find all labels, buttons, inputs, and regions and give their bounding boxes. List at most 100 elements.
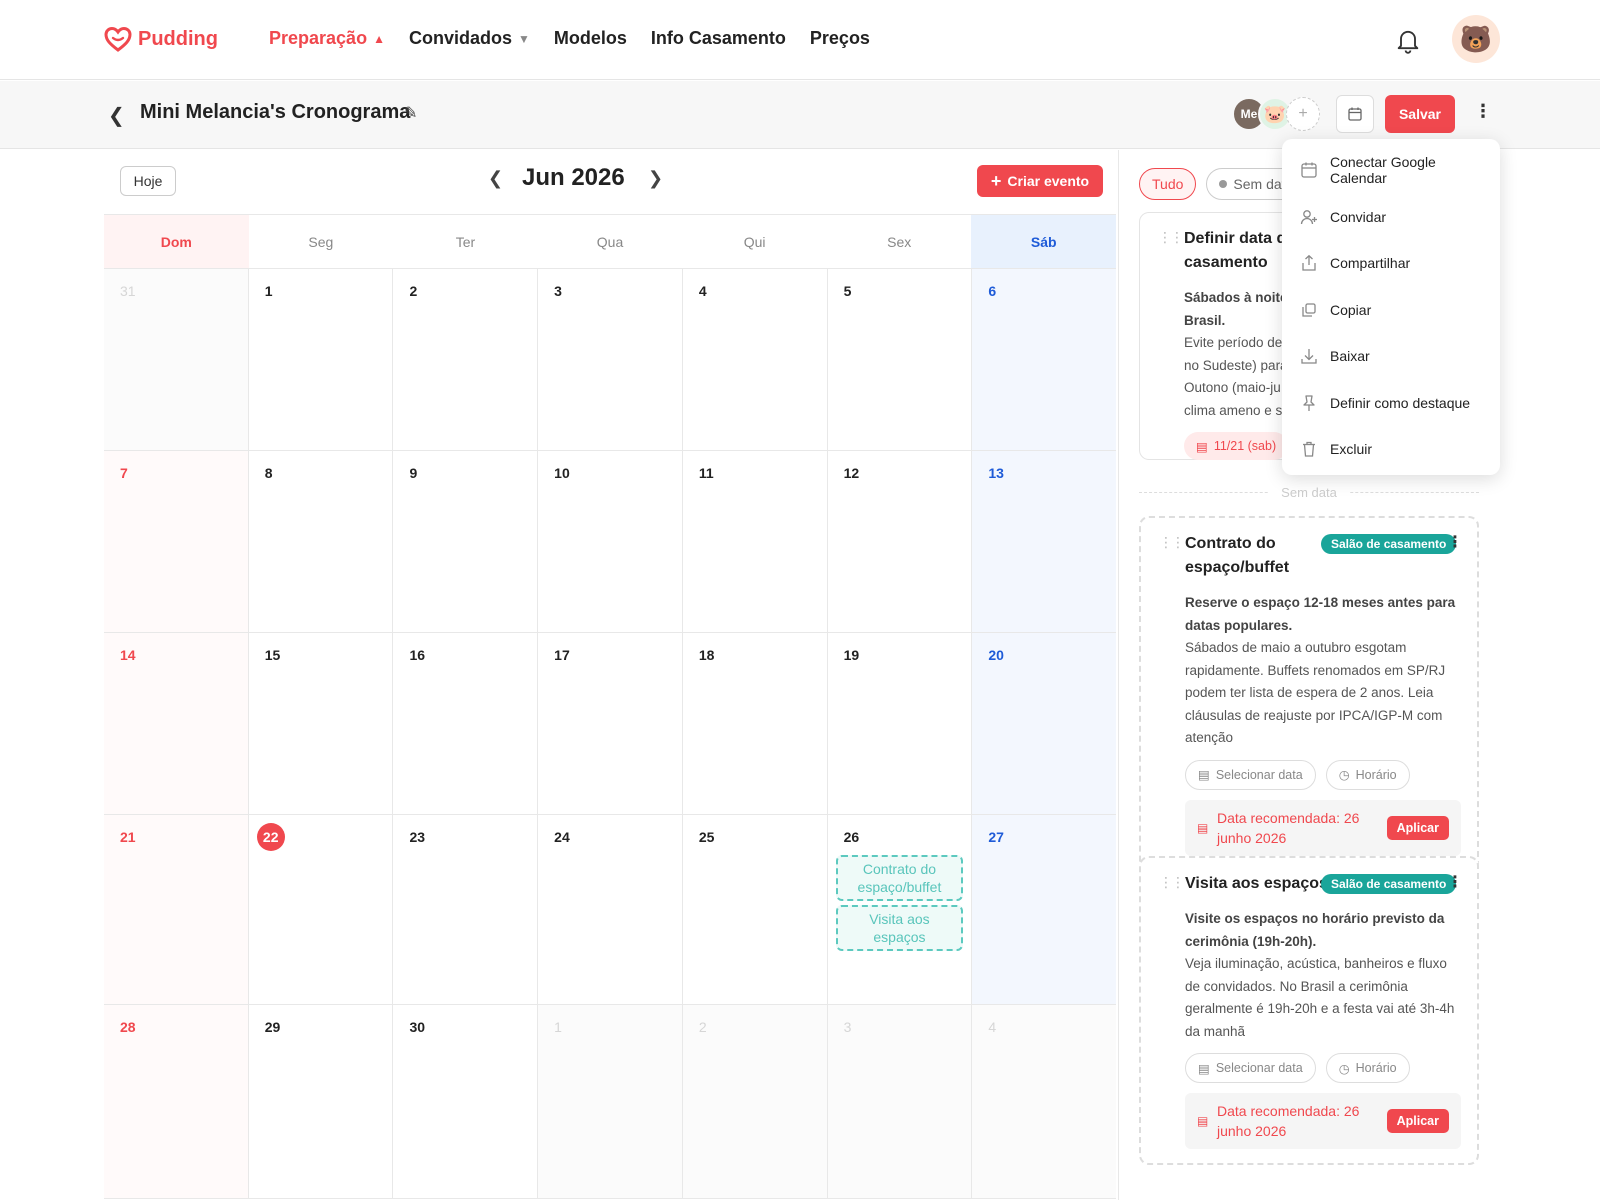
date-number: 13 (988, 465, 1004, 481)
calendar-day-cell[interactable]: 2 (682, 1005, 828, 1198)
calendar-day-cell[interactable]: 5 (828, 269, 973, 450)
calendar-day-cell[interactable]: 27 (972, 815, 1117, 1004)
calendar-day-cell[interactable]: 3 (538, 269, 683, 450)
drag-handle-icon[interactable]: ⋮⋮ (1159, 534, 1185, 551)
weekday-thu: Qui (743, 234, 766, 250)
calendar-day-cell[interactable]: 1 (249, 269, 394, 450)
calendar-day-cell[interactable]: 16 (393, 633, 539, 814)
calendar-day-cell[interactable]: 1 (538, 1005, 683, 1198)
card-more-icon[interactable]: ⋮ (1447, 532, 1463, 552)
calendar-day-cell[interactable]: 15 (249, 633, 394, 814)
calendar-day-cell[interactable]: 23 (393, 815, 539, 1004)
nav-label: Preços (809, 28, 870, 48)
calendar-day-cell[interactable]: 30 (393, 1005, 539, 1198)
menu-item-delete[interactable]: Excluir (1282, 426, 1500, 473)
card-date-badge[interactable]: ▤ 11/21 (sab) (1184, 432, 1289, 460)
calendar-day-cell[interactable]: 12 (828, 451, 973, 632)
calendar-day-cell[interactable]: 29 (249, 1005, 394, 1198)
drag-handle-icon[interactable]: ⋮⋮ (1159, 874, 1185, 891)
pin-icon (1303, 395, 1315, 411)
calendar-day-cell[interactable]: 17 (538, 633, 683, 814)
date-number: 27 (988, 829, 1004, 845)
date-number: 20 (988, 647, 1004, 663)
collaborators: Me 🐷 + (1232, 97, 1320, 131)
calendar-day-cell[interactable]: 14 (104, 633, 249, 814)
calendar-day-cell[interactable]: 11 (683, 451, 828, 632)
select-date-button[interactable]: ▤ Selecionar data (1185, 1053, 1316, 1083)
card-description: Sábados à noite Brasil. Evite período de … (1184, 287, 1294, 422)
calendar-day-cell[interactable]: 6 (972, 269, 1117, 450)
save-button[interactable]: Salvar (1385, 95, 1455, 133)
brand-logo[interactable]: Pudding (104, 26, 218, 52)
calendar-day-cell[interactable]: 25 (683, 815, 828, 1004)
menu-item-set-highlight[interactable]: Definir como destaque (1282, 380, 1500, 427)
calendar-day-cell[interactable]: 4 (683, 269, 828, 450)
select-date-button[interactable]: ▤ Selecionar data (1185, 759, 1316, 790)
nav-item-precos[interactable]: Preços (810, 28, 870, 49)
user-avatar[interactable]: 🐻 (1452, 15, 1500, 63)
menu-label: Definir como destaque (1330, 394, 1471, 411)
calendar-day-cell[interactable]: 31 (104, 269, 249, 450)
card-desc-text: Veja iluminação, acústica, banheiros e f… (1185, 956, 1455, 1039)
back-arrow-icon[interactable]: ❮ (108, 103, 125, 128)
calendar-day-cell[interactable]: 13 (972, 451, 1117, 632)
calendar-day-cell[interactable]: 19 (828, 633, 973, 814)
date-number: 25 (698, 829, 715, 845)
date-number: 9 (409, 465, 418, 481)
weekday-wed: Qua (596, 234, 624, 250)
card-desc-bold: Visite os espaços no horário previsto da… (1185, 911, 1445, 949)
calendar-icon: ▤ (1197, 820, 1209, 835)
bell-icon[interactable] (1394, 26, 1422, 54)
calendar-day-cell[interactable]: 10 (538, 451, 683, 632)
calendar-day-cell[interactable]: 18 (683, 633, 828, 814)
calendar-event[interactable]: Visita aos espaços (835, 905, 964, 951)
card-more-icon[interactable]: ⋮ (1447, 872, 1463, 892)
edit-pencil-icon[interactable]: ✎ (404, 103, 417, 123)
calendar-view-button[interactable] (1336, 95, 1374, 133)
date-number: 31 (120, 283, 136, 299)
calendar-day-cell[interactable]: 22 (249, 815, 394, 1004)
calendar-day-cell[interactable]: 7 (104, 451, 249, 632)
menu-item-invite[interactable]: Convidar (1282, 194, 1500, 241)
menu-item-download[interactable]: Baixar (1282, 333, 1500, 380)
nav-item-info-casamento[interactable]: Info Casamento (651, 28, 786, 49)
calendar-day-cell[interactable]: 3 (827, 1005, 973, 1198)
apply-button[interactable]: Aplicar (1386, 1109, 1449, 1133)
select-time-button[interactable]: ◷ Horário (1325, 1053, 1410, 1083)
filter-all[interactable]: Tudo (1139, 168, 1197, 200)
calendar-day-cell[interactable]: 20 (972, 633, 1117, 814)
menu-item-share[interactable]: Compartilhar (1282, 240, 1500, 287)
select-time-button[interactable]: ◷ Horário (1325, 759, 1410, 790)
calendar-day-cell[interactable]: 9 (393, 451, 539, 632)
task-card[interactable]: ⋮⋮ Contrato do espaço/buffet Salão de casa… (1139, 516, 1479, 872)
select-date-label: Selecionar data (1215, 1061, 1303, 1075)
calendar-day-cell[interactable]: 24 (538, 815, 683, 1004)
next-month-icon[interactable]: ❯ (648, 168, 663, 189)
apply-button[interactable]: Aplicar (1386, 815, 1449, 840)
calendar-day-cell[interactable]: 8 (249, 451, 394, 632)
calendar-day-cell[interactable]: 28 (104, 1005, 249, 1198)
create-event-button[interactable]: + Criar evento (977, 165, 1103, 197)
more-options-icon[interactable]: ⋮ (1474, 101, 1492, 122)
nav-item-convidados[interactable]: Convidados ▼ (409, 28, 530, 49)
weekday-tue: Ter (455, 234, 476, 250)
calendar-day-cell[interactable]: 4 (972, 1005, 1117, 1198)
main-menu: Preparação ▲ Convidados ▼ Modelos Info Cas… (269, 28, 870, 49)
nav-item-modelos[interactable]: Modelos (554, 28, 627, 49)
nav-item-preparacao[interactable]: Preparação ▲ (269, 28, 385, 49)
calendar-week: 21 22 23 24 25 26 Contrato do espaço/buffet Vis… (104, 815, 1117, 1005)
recommended-date-text: Data recomendada: 26 junho 2026 (1217, 1103, 1360, 1139)
calendar-day-cell[interactable]: 2 (393, 269, 539, 450)
nav-label: Convidados (408, 28, 512, 48)
task-card[interactable]: ⋮⋮ Visita aos espaços Salão de casamento ⋮ V… (1139, 856, 1479, 1165)
calendar-event[interactable]: Contrato do espaço/buffet (835, 855, 964, 901)
menu-item-connect-google-calendar[interactable]: Conectar Google Calendar (1282, 147, 1500, 194)
calendar-day-cell[interactable]: 26 Contrato do espaço/buffet Visita aos es… (828, 815, 973, 1004)
drag-handle-icon[interactable]: ⋮⋮ (1158, 229, 1184, 246)
prev-month-icon[interactable]: ❮ (488, 168, 503, 189)
calendar-day-cell[interactable]: 21 (104, 815, 249, 1004)
add-collaborator-icon[interactable]: + (1286, 97, 1320, 131)
today-button[interactable]: Hoje (120, 166, 176, 196)
menu-item-copy[interactable]: Copiar (1282, 287, 1500, 334)
card-description: Visite os espaços no horário previsto da… (1185, 908, 1461, 1043)
